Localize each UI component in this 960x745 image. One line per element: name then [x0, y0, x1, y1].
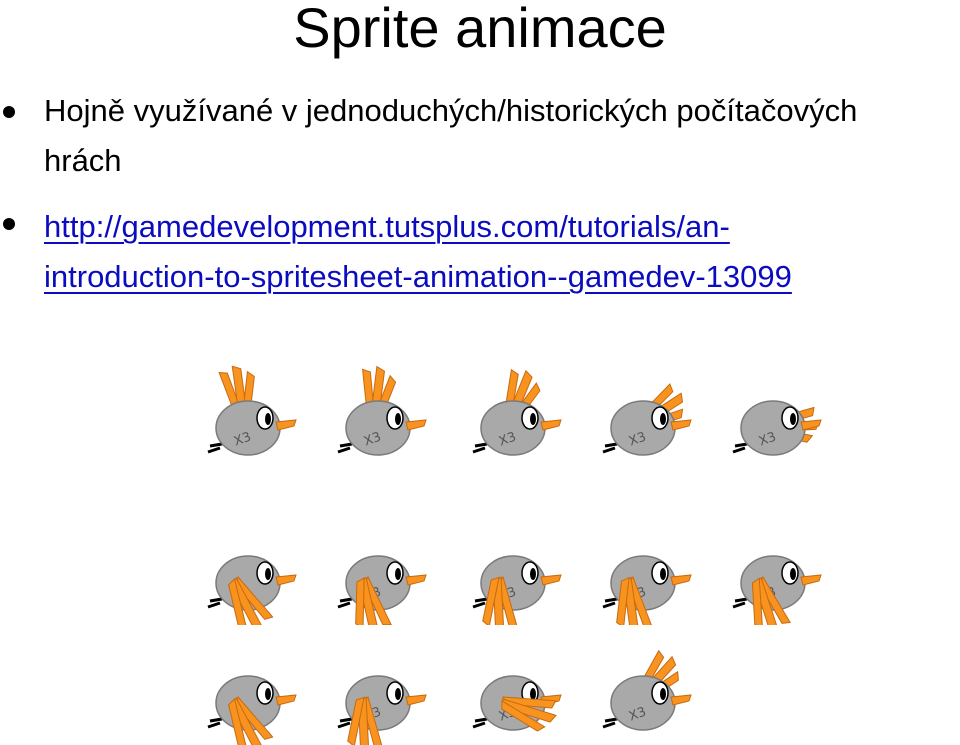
- bird-sprite-frame: X3: [337, 675, 427, 745]
- bullet-dot: [3, 106, 15, 118]
- bird-sprite-frame: X3: [207, 555, 297, 625]
- slide-title: Sprite animace: [293, 0, 667, 59]
- bird-sprite-frame: X3: [602, 555, 692, 625]
- bird-sprite-frame: X3: [337, 365, 427, 456]
- bird-sprite-frame: X3: [207, 365, 297, 456]
- bird-sprite-frame: X3: [472, 368, 562, 456]
- bird-sprite-frame: X3: [602, 383, 692, 456]
- bullet-dot: [3, 218, 15, 230]
- sprite-sheet: X3 X3 X3 X3 X3 X3 X3 X3 X3 X3 X3 X3 X3 X3: [190, 360, 850, 745]
- bullet-text: Hojně využívané v jednoduchých/historick…: [44, 93, 858, 178]
- bird-sprite-frame: X3: [472, 555, 562, 625]
- bird-sprite-frame: X3: [337, 555, 427, 625]
- bird-sprite-frame: X3: [732, 555, 822, 625]
- bullet-link-wrapper: http://gamedevelopment.tutsplus.com/tuto…: [44, 202, 934, 302]
- bird-sprite-frame: X3: [732, 400, 822, 456]
- bird-sprite-frame: X3: [472, 675, 562, 732]
- bird-sprite-frame: X3: [602, 649, 692, 731]
- tutorial-link[interactable]: http://gamedevelopment.tutsplus.com/tuto…: [44, 209, 792, 294]
- bird-sprite-frame: X3: [207, 675, 297, 745]
